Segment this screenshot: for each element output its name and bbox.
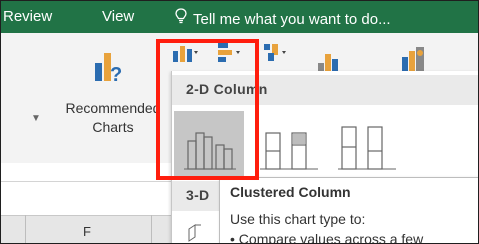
annotation-highlight-box	[156, 39, 259, 180]
3d-column-icon[interactable]	[185, 219, 209, 243]
chevron-down-icon[interactable]: ▼	[31, 113, 41, 124]
ribbon-tab-bar: Review View Tell me what you want to do.…	[1, 1, 478, 33]
column-divider	[25, 215, 26, 243]
tab-view[interactable]: View	[102, 8, 134, 25]
recommended-charts-label-1: Recommended	[65, 100, 161, 116]
stacked-column-option[interactable]	[254, 111, 324, 179]
section-3d-column: 3-D	[172, 181, 222, 211]
column-divider	[151, 215, 152, 243]
svg-text:?: ?	[110, 64, 122, 83]
tell-me-text: Tell me what you want to do...	[193, 11, 391, 28]
excel-window: Review View Tell me what you want to do.…	[0, 0, 479, 244]
chart-type-tooltip: Clustered Column Use this chart type to:…	[219, 177, 478, 244]
lightbulb-icon	[175, 8, 189, 28]
section-3d-column-label: 3-D	[186, 187, 210, 203]
gridline	[1, 181, 171, 182]
recommended-charts-label-2: Charts	[92, 119, 134, 135]
tooltip-title: Clustered Column	[230, 184, 351, 200]
tooltip-description: Use this chart type to:	[230, 211, 366, 227]
tooltip-bullet: • Compare values across a few	[230, 231, 424, 244]
100-stacked-column-option[interactable]	[332, 111, 402, 179]
recommended-charts-button[interactable]: Recommended Charts	[59, 99, 167, 137]
tell-me-search[interactable]: Tell me what you want to do...	[175, 8, 391, 28]
recommended-charts-icon[interactable]: ?	[93, 49, 125, 88]
tab-review[interactable]: Review	[3, 8, 52, 25]
column-header-f[interactable]: F	[83, 224, 91, 239]
hierarchy-chart-icon[interactable]	[263, 41, 291, 68]
